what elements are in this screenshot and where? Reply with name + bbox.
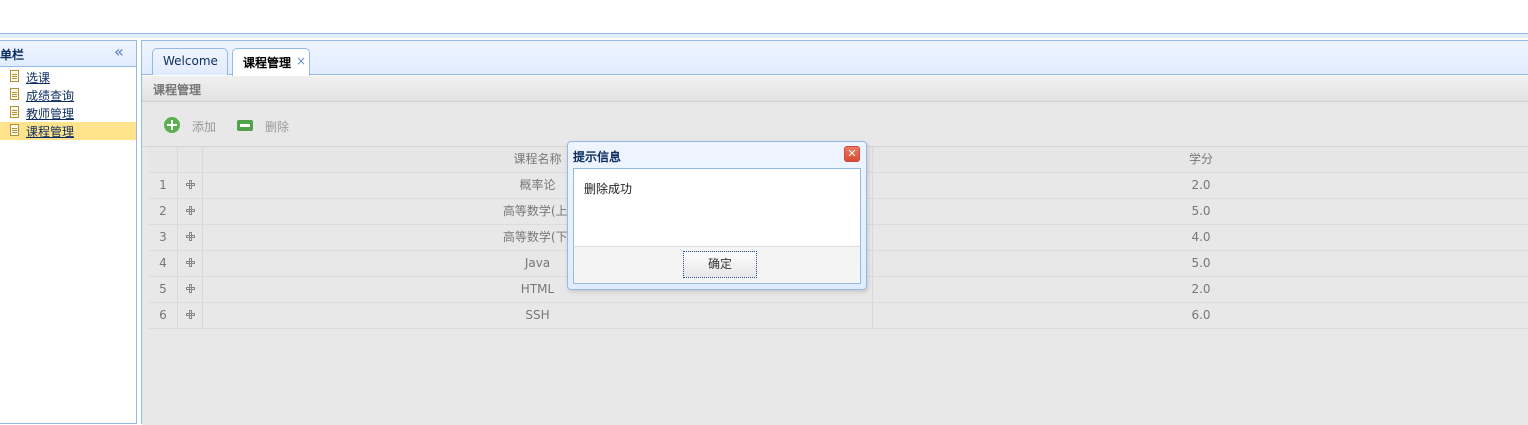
credit-cell: 2.0 [1191, 178, 1211, 192]
credit-cell: 5.0 [1191, 204, 1211, 218]
dialog-title: 提示信息 [573, 150, 622, 164]
file-icon [10, 124, 19, 136]
expand-plus-icon[interactable] [185, 309, 195, 319]
message-dialog: 提示信息 ✕ 删除成功 确定 [567, 141, 867, 290]
add-icon [164, 117, 180, 133]
expand-plus-icon[interactable] [185, 257, 195, 267]
header-expander [178, 147, 203, 172]
ok-button[interactable]: 确定 [683, 251, 757, 278]
header-rownum [149, 147, 178, 172]
expand-plus-icon[interactable] [185, 283, 195, 293]
file-icon [10, 106, 19, 118]
dialog-message: 删除成功 [584, 182, 633, 196]
dialog-body: 删除成功 [573, 168, 861, 246]
row-expander[interactable] [178, 173, 203, 198]
sidebar-item-teacher-management[interactable]: 教师管理 [0, 104, 136, 122]
tab-bar: Welcome 课程管理 × [142, 41, 1528, 76]
delete-button[interactable]: 删除 [237, 116, 297, 136]
sidebar-item-label[interactable]: 教师管理 [26, 105, 74, 122]
credit-cell: 4.0 [1191, 230, 1211, 244]
credit-cell: 5.0 [1191, 256, 1211, 270]
row-number: 3 [149, 225, 178, 250]
panel-title: 课程管理 [153, 83, 202, 97]
row-number: 5 [149, 277, 178, 302]
row-expander[interactable] [178, 199, 203, 224]
row-number: 1 [149, 173, 178, 198]
sidebar-title: 菜单栏 [0, 48, 25, 62]
row-expander[interactable] [178, 277, 203, 302]
tab-label: 课程管理 [243, 56, 292, 70]
row-expander[interactable] [178, 225, 203, 250]
close-icon[interactable]: × [296, 54, 306, 68]
credit-cell: 2.0 [1191, 282, 1211, 296]
tab-label: Welcome [163, 54, 218, 68]
sidebar-item-label[interactable]: 选课 [26, 69, 50, 86]
sidebar-panel: 菜单栏 « 选课 成绩查询 教师管理 课程管理 [0, 40, 137, 424]
add-button[interactable]: 添加 [164, 116, 224, 136]
sidebar-item-course-management[interactable]: 课程管理 [0, 122, 136, 140]
remove-icon [237, 120, 253, 131]
table-row[interactable]: 6 SSH 6.0 [149, 303, 1528, 329]
add-label: 添加 [192, 120, 217, 134]
sidebar-item-label[interactable]: 课程管理 [26, 123, 74, 140]
delete-label: 删除 [265, 120, 290, 134]
tab-welcome[interactable]: Welcome [152, 48, 228, 75]
file-icon [10, 88, 19, 100]
expand-plus-icon[interactable] [185, 205, 195, 215]
sidebar-item-grade-query[interactable]: 成绩查询 [0, 86, 136, 104]
row-number: 6 [149, 303, 178, 328]
column-header-credit[interactable]: 学分 [873, 147, 1528, 172]
course-name-cell: SSH [203, 303, 873, 328]
sidebar-header: 菜单栏 « [0, 41, 136, 67]
row-expander[interactable] [178, 303, 203, 328]
row-expander[interactable] [178, 251, 203, 276]
tab-course-management[interactable]: 课程管理 × [232, 48, 310, 76]
dialog-footer: 确定 [573, 246, 861, 284]
sidebar-item-select-course[interactable]: 选课 [0, 68, 136, 86]
file-icon [10, 70, 19, 82]
sidebar-item-label[interactable]: 成绩查询 [26, 87, 74, 104]
banner-border [0, 33, 1528, 38]
expand-plus-icon[interactable] [185, 179, 195, 189]
close-icon[interactable]: ✕ [844, 146, 860, 162]
expand-plus-icon[interactable] [185, 231, 195, 241]
panel-header: 课程管理 [142, 76, 1528, 102]
collapse-left-icon[interactable]: « [114, 42, 124, 61]
row-number: 2 [149, 199, 178, 224]
row-number: 4 [149, 251, 178, 276]
credit-cell: 6.0 [1191, 308, 1211, 322]
